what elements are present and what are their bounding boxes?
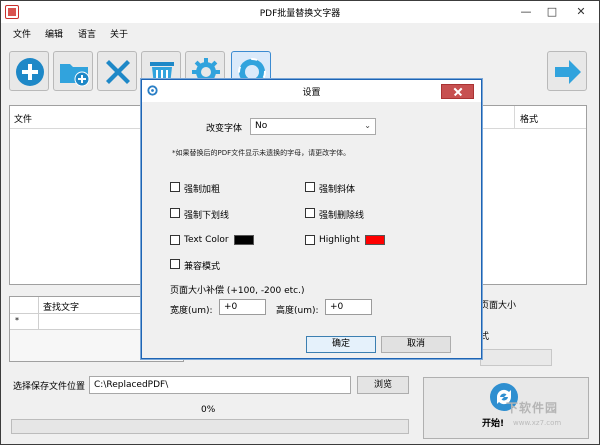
close-button[interactable]: ✕: [565, 2, 597, 22]
menu-bar: 文件 编辑 语言 关于: [1, 23, 599, 43]
italic-label: 强制斜体: [319, 185, 356, 195]
bold-label: 强制加粗: [184, 185, 221, 195]
start-label: 开始!: [482, 419, 505, 429]
width-label: 宽度(um):: [170, 306, 213, 316]
add-file-button[interactable]: [9, 51, 49, 91]
plus-icon: [16, 58, 44, 86]
bold-checkbox[interactable]: [170, 182, 180, 192]
page-size-comp-label: 页面大小补偿 (+100, -200 etc.): [170, 286, 305, 296]
next-button[interactable]: [547, 51, 587, 91]
underline-checkbox[interactable]: [170, 208, 180, 218]
x-icon: [106, 60, 130, 84]
column-header-format[interactable]: 格式: [520, 112, 538, 125]
menu-about[interactable]: 关于: [110, 27, 128, 40]
column-header-search-text: 查找文字: [43, 303, 80, 313]
page-size-label: 页面大小: [480, 301, 517, 311]
chevron-down-icon: ⌄: [364, 121, 371, 130]
title-bar: PDF批量替换文字器 — □ ✕: [1, 1, 599, 23]
compat-mode-label: 兼容模式: [184, 262, 221, 272]
menu-file[interactable]: 文件: [13, 27, 31, 40]
menu-edit[interactable]: 编辑: [45, 27, 63, 40]
font-select[interactable]: No ⌄: [250, 118, 376, 135]
column-header-file[interactable]: 文件: [14, 112, 32, 125]
settings-dialog: 设置 改变字体 No ⌄ *如果替换后的PDF文件显示未遗换的字母，请更改字体。…: [141, 79, 482, 359]
new-row-marker: *: [15, 316, 19, 325]
dialog-title-bar: 设置: [142, 80, 481, 102]
column-divider: [514, 106, 515, 128]
font-select-value: No: [255, 121, 268, 131]
watermark-url: www.xz7.com: [513, 419, 562, 427]
watermark-logo: 下软件园: [506, 401, 559, 415]
add-folder-button[interactable]: [53, 51, 93, 91]
ok-button[interactable]: 确定: [306, 336, 376, 353]
minimize-button[interactable]: —: [513, 2, 539, 22]
font-label: 改变字体: [206, 124, 243, 134]
dialog-close-button[interactable]: [441, 84, 474, 99]
progress-bar: [11, 419, 409, 434]
text-color-swatch[interactable]: [234, 235, 254, 245]
width-input[interactable]: +0: [219, 299, 266, 315]
cancel-button[interactable]: 取消: [381, 336, 451, 353]
strikethrough-label: 强制删除线: [319, 211, 365, 221]
window-title: PDF批量替换文字器: [259, 9, 341, 19]
highlight-label: Highlight: [319, 235, 360, 245]
format-field[interactable]: [480, 349, 552, 366]
italic-checkbox[interactable]: [305, 182, 315, 192]
strikethrough-checkbox[interactable]: [305, 208, 315, 218]
browse-button[interactable]: 浏览: [357, 376, 409, 394]
save-path-input[interactable]: C:\ReplacedPDF\: [89, 376, 351, 394]
height-label: 高度(um):: [276, 306, 319, 316]
save-location-label: 选择保存文件位置: [13, 382, 86, 392]
text-color-label: Text Color: [184, 235, 229, 245]
font-note: *如果替换后的PDF文件显示未遗换的字母，请更改字体。: [172, 149, 351, 157]
dialog-title: 设置: [302, 88, 321, 98]
remove-button[interactable]: [97, 51, 137, 91]
highlight-color-swatch[interactable]: [365, 235, 385, 245]
progress-text: 0%: [201, 405, 216, 415]
compat-mode-checkbox[interactable]: [170, 259, 180, 269]
menu-language[interactable]: 语言: [78, 27, 96, 40]
text-color-checkbox[interactable]: [170, 235, 180, 245]
highlight-checkbox[interactable]: [305, 235, 315, 245]
arrow-right-icon: [555, 60, 581, 84]
folder-plus-icon: [60, 64, 90, 87]
column-divider: [38, 297, 39, 330]
underline-label: 强制下划线: [184, 211, 230, 221]
height-input[interactable]: +0: [325, 299, 372, 315]
maximize-button[interactable]: □: [539, 2, 565, 22]
